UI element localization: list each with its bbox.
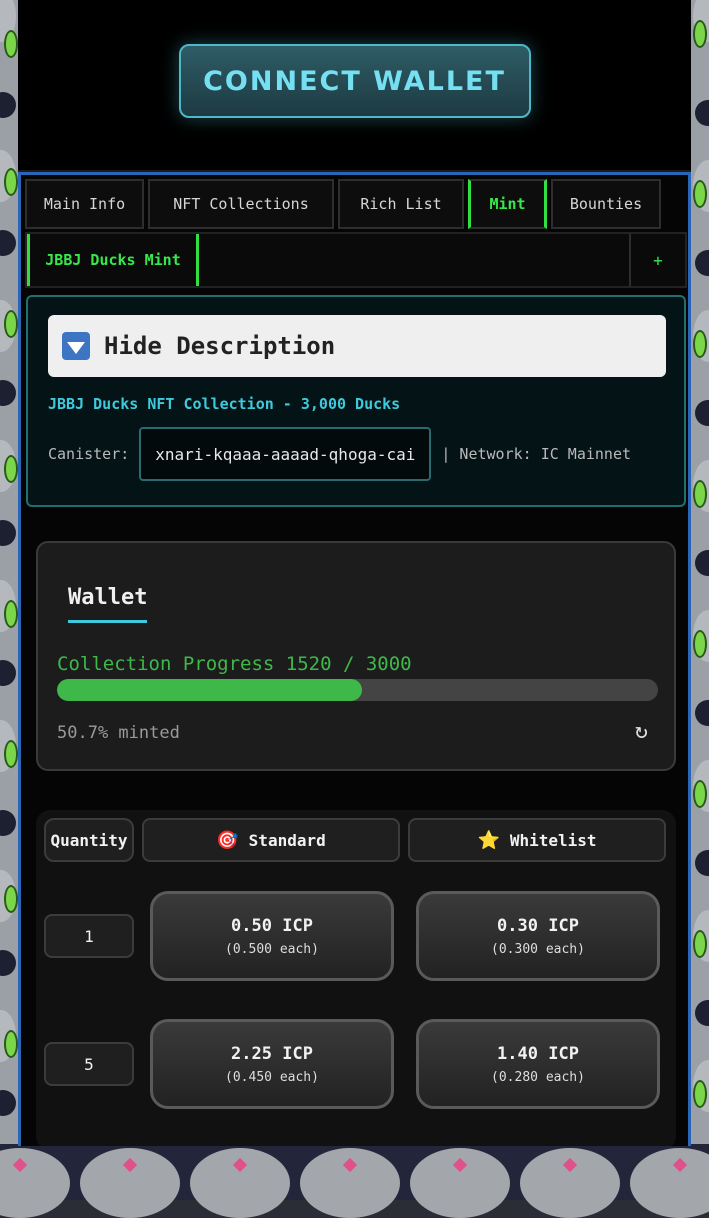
price-total: 0.50 ICP <box>231 915 313 936</box>
background-pattern-bottom <box>0 1144 709 1218</box>
collection-progress-bar <box>57 679 658 701</box>
quantity-cell: 5 <box>44 1042 134 1086</box>
canister-label: Canister: <box>48 445 130 463</box>
collection-title: JBBJ Ducks NFT Collection - 3,000 Ducks <box>48 395 401 413</box>
background-pattern-right <box>691 0 709 1200</box>
star-icon: ⭐ <box>477 829 500 851</box>
whitelist-price-button[interactable]: 1.40 ICP (0.280 each) <box>416 1019 660 1109</box>
price-each: (0.450 each) <box>225 1069 319 1085</box>
hide-description-label: Hide Description <box>104 332 336 360</box>
tab-mint[interactable]: Mint <box>468 179 547 229</box>
main-panel: Main Info NFT Collections Rich List Mint… <box>18 172 691 1146</box>
collection-subtabs: JBBJ Ducks Mint + <box>25 232 687 288</box>
hide-description-button[interactable]: Hide Description <box>48 315 666 377</box>
price-total: 2.25 ICP <box>231 1043 313 1064</box>
collapse-arrow-icon <box>62 332 90 360</box>
connect-wallet-button[interactable]: CONNECT WALLET <box>178 44 531 118</box>
whitelist-price-button[interactable]: 0.30 ICP (0.300 each) <box>416 891 660 981</box>
subtab-jbbj-ducks-mint[interactable]: JBBJ Ducks Mint <box>27 234 199 286</box>
whitelist-header: ⭐ Whitelist <box>408 818 666 862</box>
price-each: (0.500 each) <box>225 941 319 957</box>
tab-main-info[interactable]: Main Info <box>25 179 144 229</box>
pricing-table: Quantity 🎯 Standard ⭐ Whitelist 1 0.50 I… <box>36 810 676 1146</box>
standard-header: 🎯 Standard <box>142 818 400 862</box>
collection-progress-label: Collection Progress 1520 / 3000 <box>57 653 412 675</box>
price-total: 1.40 ICP <box>497 1043 579 1064</box>
quantity-header: Quantity <box>44 818 134 862</box>
canister-row: Canister: xnari-kqaaa-aaaad-qhoga-cai | … <box>48 427 631 481</box>
price-each: (0.300 each) <box>491 941 585 957</box>
refresh-icon[interactable]: ↻ <box>635 719 648 744</box>
standard-price-button[interactable]: 0.50 ICP (0.500 each) <box>150 891 394 981</box>
tab-nft-collections[interactable]: NFT Collections <box>148 179 334 229</box>
price-total: 0.30 ICP <box>497 915 579 936</box>
minted-percentage: 50.7% minted <box>57 723 180 743</box>
standard-price-button[interactable]: 2.25 ICP (0.450 each) <box>150 1019 394 1109</box>
whitelist-header-label: Whitelist <box>509 830 597 850</box>
background-pattern-left <box>0 0 18 1200</box>
wallet-card: Wallet Collection Progress 1520 / 3000 5… <box>36 541 676 771</box>
target-icon: 🎯 <box>216 829 239 851</box>
network-info: | Network: IC Mainnet <box>441 445 632 463</box>
canister-id[interactable]: xnari-kqaaa-aaaad-qhoga-cai <box>139 427 432 481</box>
mint-app: CONNECT WALLET Main Info NFT Collections… <box>18 0 691 1146</box>
tab-bounties[interactable]: Bounties <box>551 179 661 229</box>
collection-progress-fill <box>57 679 362 701</box>
standard-header-label: Standard <box>248 830 326 850</box>
quantity-cell: 1 <box>44 914 134 958</box>
tab-rich-list[interactable]: Rich List <box>338 179 464 229</box>
wallet-title: Wallet <box>68 585 148 623</box>
add-subtab-button[interactable]: + <box>629 234 685 286</box>
header: CONNECT WALLET <box>18 0 691 172</box>
main-tabs: Main Info NFT Collections Rich List Mint… <box>25 179 685 229</box>
price-each: (0.280 each) <box>491 1069 585 1085</box>
collection-description: Hide Description JBBJ Ducks NFT Collecti… <box>26 295 686 507</box>
